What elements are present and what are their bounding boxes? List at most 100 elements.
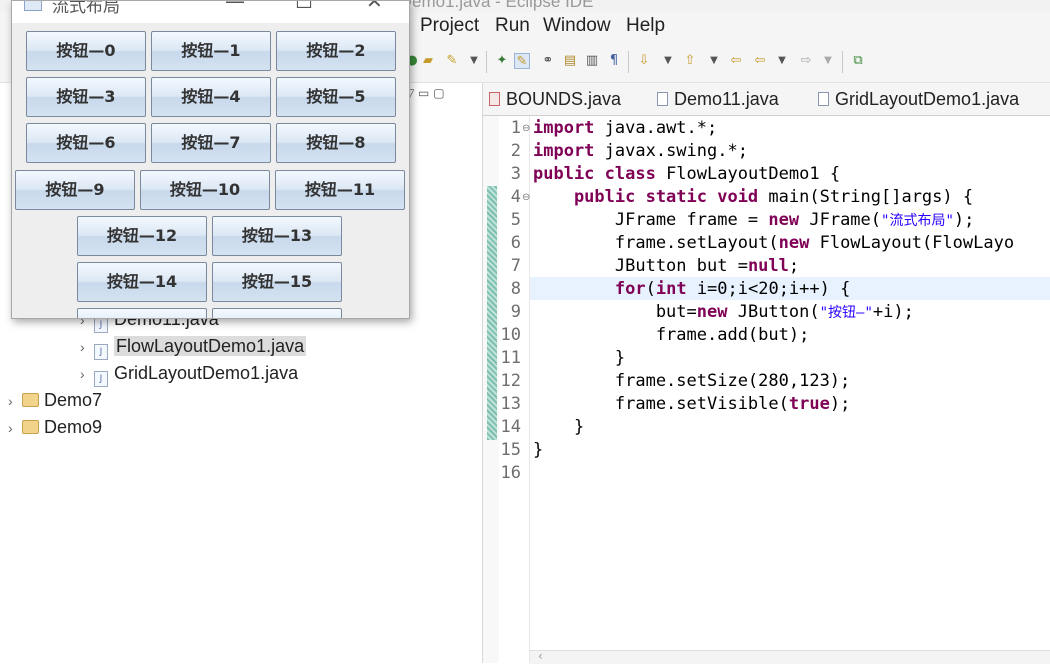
java-error-file-icon bbox=[489, 92, 500, 106]
code-line: frame.setSize(280,123); bbox=[533, 371, 851, 391]
menu-project[interactable]: Project bbox=[420, 15, 479, 37]
swing-title-bar[interactable]: 流式布局 — ☐ ✕ bbox=[12, 1, 409, 23]
code-line: import java.awt.*; bbox=[533, 118, 718, 138]
chevron-right-icon[interactable]: › bbox=[8, 389, 22, 413]
flow-button-6[interactable]: 按钮—6 bbox=[26, 123, 146, 163]
pin-editor-icon[interactable]: ⧉ bbox=[850, 53, 866, 69]
line-number: 8 bbox=[510, 279, 521, 299]
flow-button-9[interactable]: 按钮—9 bbox=[15, 170, 135, 210]
block-select-icon[interactable]: ▥ bbox=[584, 53, 600, 69]
flow-button-12[interactable]: 按钮—12 bbox=[77, 216, 207, 256]
line-number: 13 bbox=[500, 394, 521, 414]
link-icon[interactable]: ⚭ bbox=[540, 53, 556, 69]
line-number: 14 bbox=[500, 417, 521, 437]
chevron-down-icon[interactable]: ▼ bbox=[466, 53, 482, 69]
line-number: 5 bbox=[510, 210, 521, 230]
line-number: 4 bbox=[510, 187, 521, 207]
code-editor[interactable]: 1 2 3 4 5 6 7 8 9 10 11 12 13 14 15 16 ⊖… bbox=[483, 116, 1050, 664]
annotation-icon[interactable]: ▤ bbox=[562, 53, 578, 69]
fold-collapse-icon[interactable]: ⊖ bbox=[522, 123, 530, 134]
tree-item-gridlayoutdemo1[interactable]: › J GridLayoutDemo1.java bbox=[80, 361, 298, 387]
tab-demo11-java[interactable]: Demo11.java bbox=[657, 89, 779, 110]
swing-window: 流式布局 — ☐ ✕ 按钮—0 按钮—1 按钮—2 按钮—3 按钮—4 按钮—5… bbox=[11, 0, 410, 319]
maximize-icon[interactable]: ☐ bbox=[295, 1, 313, 13]
flow-button-11[interactable]: 按钮—11 bbox=[275, 170, 405, 210]
tree-item-demo7[interactable]: › Demo7 bbox=[8, 388, 102, 412]
back-icon[interactable]: ⇦ bbox=[752, 53, 768, 69]
code-line: import javax.swing.*; bbox=[533, 141, 748, 161]
previous-annotation-icon[interactable]: ⇧ bbox=[682, 53, 698, 69]
java-file-icon bbox=[657, 92, 668, 106]
line-number: 3 bbox=[510, 164, 521, 184]
menu-help[interactable]: Help bbox=[626, 15, 665, 37]
toolbar-separator bbox=[628, 51, 629, 73]
debug-icon[interactable]: ✦ bbox=[494, 53, 510, 69]
flow-button-13[interactable]: 按钮—13 bbox=[212, 216, 342, 256]
code-line: } bbox=[533, 348, 626, 368]
line-number: 2 bbox=[510, 141, 521, 161]
open-folder-icon[interactable]: ▰ bbox=[420, 53, 436, 69]
flow-button-14[interactable]: 按钮—14 bbox=[77, 262, 207, 302]
tab-bounds-java[interactable]: BOUNDS.java bbox=[489, 89, 621, 110]
java-file-icon: J bbox=[94, 344, 108, 360]
java-file-icon: J bbox=[94, 371, 108, 387]
flow-button-partial[interactable] bbox=[77, 308, 207, 318]
change-indicator-bar bbox=[487, 186, 497, 440]
menu-run[interactable]: Run bbox=[495, 15, 530, 37]
tree-item-flowlayoutdemo1[interactable]: › J FlowLayoutDemo1.java bbox=[80, 334, 307, 360]
code-line: for(int i=0;i<20;i++) { bbox=[614, 279, 851, 299]
tab-gridlayoutdemo1-java[interactable]: GridLayoutDemo1.java bbox=[818, 89, 1019, 110]
code-line: frame.setVisible(true); bbox=[533, 394, 851, 414]
flow-button-2[interactable]: 按钮—2 bbox=[276, 31, 396, 71]
code-line: frame.add(but); bbox=[533, 325, 810, 345]
flow-button-5[interactable]: 按钮—5 bbox=[276, 77, 396, 117]
flow-button-7[interactable]: 按钮—7 bbox=[151, 123, 271, 163]
java-file-icon bbox=[818, 92, 829, 106]
line-number: 9 bbox=[510, 302, 521, 322]
chevron-right-icon[interactable]: › bbox=[80, 362, 94, 386]
chevron-down-icon[interactable]: ▼ bbox=[820, 53, 836, 69]
chevron-right-icon[interactable]: › bbox=[8, 416, 22, 440]
line-number: 12 bbox=[500, 371, 521, 391]
flow-button-4[interactable]: 按钮—4 bbox=[151, 77, 271, 117]
flow-button-8[interactable]: 按钮—8 bbox=[276, 123, 396, 163]
next-annotation-icon[interactable]: ⇩ bbox=[636, 53, 652, 69]
line-number: 16 bbox=[500, 463, 521, 483]
horizontal-scrollbar[interactable]: ‹ bbox=[530, 649, 1050, 664]
flow-button-0[interactable]: 按钮—0 bbox=[26, 31, 146, 71]
chevron-down-icon[interactable]: ▼ bbox=[660, 53, 676, 69]
swing-window-title: 流式布局 bbox=[52, 1, 120, 17]
forward-icon[interactable]: ⇨ bbox=[798, 53, 814, 69]
flow-button-1[interactable]: 按钮—1 bbox=[151, 31, 271, 71]
menu-window[interactable]: Window bbox=[543, 15, 611, 37]
code-line: } bbox=[533, 417, 585, 437]
highlight-icon[interactable]: ✎ bbox=[514, 53, 530, 69]
last-edit-icon[interactable]: ⇦ bbox=[728, 53, 744, 69]
code-line: but=new JButton("按钮—"+i); bbox=[533, 302, 914, 322]
tree-item-demo9[interactable]: › Demo9 bbox=[8, 415, 102, 439]
chevron-left-icon[interactable]: ‹ bbox=[538, 649, 543, 663]
fold-collapse-icon[interactable]: ⊖ bbox=[522, 192, 530, 203]
flow-button-partial[interactable] bbox=[212, 308, 342, 318]
flow-button-15[interactable]: 按钮—15 bbox=[212, 262, 342, 302]
chevron-down-icon[interactable]: ▼ bbox=[774, 53, 790, 69]
line-number: 10 bbox=[500, 325, 521, 345]
line-number: 6 bbox=[510, 233, 521, 253]
java-app-icon bbox=[24, 1, 42, 11]
flow-button-10[interactable]: 按钮—10 bbox=[140, 170, 270, 210]
line-number: 11 bbox=[500, 348, 521, 368]
code-line: frame.setLayout(new FlowLayout(FlowLayo bbox=[533, 233, 1015, 253]
view-menu-icon[interactable]: ▽ ▭ ▢ bbox=[405, 86, 445, 100]
toolbar-separator bbox=[486, 51, 487, 73]
eclipse-title-text: tDemo1.java - Eclipse IDE bbox=[395, 0, 594, 11]
project-folder-icon bbox=[22, 420, 39, 434]
chevron-right-icon[interactable]: › bbox=[80, 335, 94, 359]
minimize-icon[interactable]: — bbox=[225, 1, 245, 13]
close-icon[interactable]: ✕ bbox=[366, 1, 383, 13]
flow-button-3[interactable]: 按钮—3 bbox=[26, 77, 146, 117]
search-icon[interactable]: ✎ bbox=[444, 53, 460, 69]
toolbar-separator bbox=[842, 51, 843, 73]
chevron-down-icon[interactable]: ▼ bbox=[706, 53, 722, 69]
show-whitespace-icon[interactable]: ¶ bbox=[606, 53, 622, 69]
editor-tab-bar: BOUNDS.java Demo11.java GridLayoutDemo1.… bbox=[483, 83, 1050, 116]
